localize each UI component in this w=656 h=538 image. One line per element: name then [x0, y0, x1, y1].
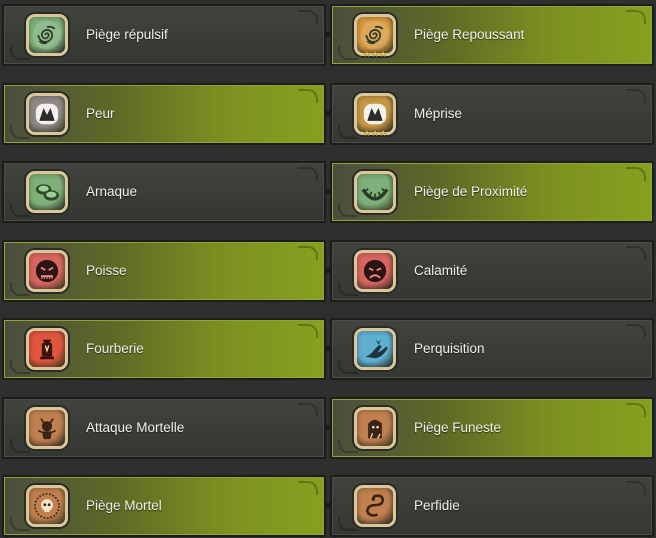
spell-option-arnaque[interactable]: Arnaque — [2, 161, 326, 223]
trap-ring-icon — [354, 171, 396, 213]
spell-name: Piège Mortel — [86, 498, 162, 513]
spell-name: Piège de Proximité — [414, 184, 528, 199]
spell-option-fourberie[interactable]: Fourberie — [2, 318, 326, 380]
spell-name: Fourberie — [86, 341, 144, 356]
variant-stars: ★★★ — [362, 129, 388, 139]
spell-name: Poisse — [86, 263, 127, 278]
spell-variant-row: Piège répulsif ★★★ Piège Repoussant — [0, 4, 656, 66]
variant-stars: ★★★ — [362, 50, 388, 60]
spell-option-poisse[interactable]: Poisse — [2, 240, 326, 302]
spell-name: Perfidie — [414, 498, 460, 513]
ornament-decoration — [298, 10, 318, 24]
spell-name: Perquisition — [414, 341, 485, 356]
spiral-icon — [26, 14, 68, 56]
spell-option-piege-funeste[interactable]: Piège Funeste — [330, 397, 654, 459]
ornament-decoration — [626, 481, 646, 495]
spell-option-piege-repoussant[interactable]: ★★★ Piège Repoussant — [330, 4, 654, 66]
ornament-decoration — [298, 403, 318, 417]
ornament-decoration — [298, 167, 318, 181]
spell-name: Arnaque — [86, 184, 138, 199]
spell-option-perfidie[interactable]: Perfidie — [330, 475, 654, 537]
serpent-icon — [354, 485, 396, 527]
ornament-decoration — [626, 324, 646, 338]
grab-hand-icon — [354, 328, 396, 370]
spell-variant-row: Peur ★★★ Méprise — [0, 83, 656, 145]
lantern-icon — [26, 328, 68, 370]
ornament-decoration — [298, 246, 318, 260]
spell-name: Peur — [86, 106, 115, 121]
spell-name: Attaque Mortelle — [86, 420, 185, 435]
sad-face-icon — [354, 250, 396, 292]
spell-option-piege-repulsif[interactable]: Piège répulsif — [2, 4, 326, 66]
spell-option-calamite[interactable]: Calamité — [330, 240, 654, 302]
spell-variant-row: Attaque Mortelle Piège Funeste — [0, 397, 656, 459]
spell-name: Calamité — [414, 263, 468, 278]
fear-mask-icon — [26, 93, 68, 135]
ornament-decoration — [298, 89, 318, 103]
ornament-decoration — [626, 89, 646, 103]
spell-option-meprise[interactable]: ★★★ Méprise — [330, 83, 654, 145]
spell-name: Piège répulsif — [86, 27, 168, 42]
ornament-decoration — [298, 324, 318, 338]
spell-option-peur[interactable]: Peur — [2, 83, 326, 145]
spell-name: Piège Repoussant — [414, 27, 525, 42]
ornament-decoration — [626, 10, 646, 24]
spell-variant-row: Fourberie Perquisition — [0, 318, 656, 380]
spell-option-attaque-mortelle[interactable]: Attaque Mortelle — [2, 397, 326, 459]
ornament-decoration — [626, 167, 646, 181]
spell-variant-row: Arnaque Piège de Proximité — [0, 161, 656, 223]
demon-icon — [26, 407, 68, 449]
spell-name: Piège Funeste — [414, 420, 502, 435]
ornament-decoration — [626, 246, 646, 260]
skull-burst-icon — [26, 485, 68, 527]
spell-option-piege-mortel[interactable]: Piège Mortel — [2, 475, 326, 537]
cursed-face-icon — [26, 250, 68, 292]
spell-option-perquisition[interactable]: Perquisition — [330, 318, 654, 380]
ornament-decoration — [626, 403, 646, 417]
ornament-decoration — [298, 481, 318, 495]
spell-variant-row: Poisse Calamité — [0, 240, 656, 302]
tombstone-icon — [354, 407, 396, 449]
spell-name: Méprise — [414, 106, 463, 121]
spell-variant-grid: Piège répulsif ★★★ Piège Repoussant Peur ★★★… — [0, 0, 656, 538]
spell-option-piege-de-proximite[interactable]: Piège de Proximité — [330, 161, 654, 223]
spell-variant-row: Piège Mortel Perfidie — [0, 475, 656, 537]
coins-icon — [26, 171, 68, 213]
